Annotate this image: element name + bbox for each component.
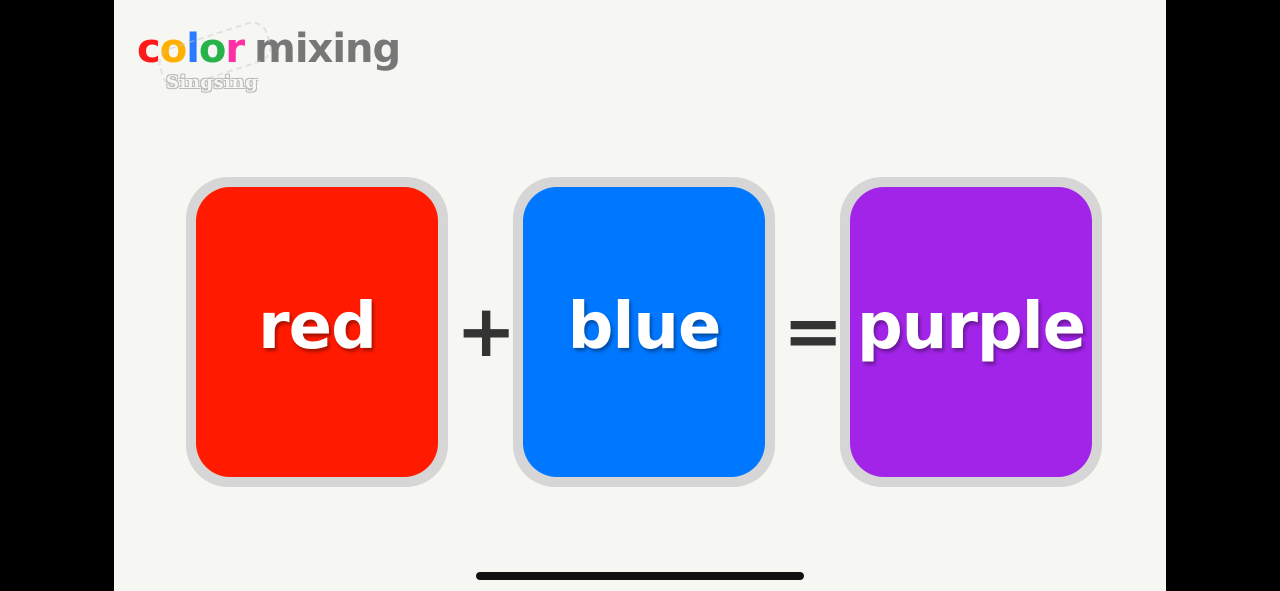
title-letter-l: l	[186, 26, 200, 72]
home-indicator[interactable]	[476, 572, 804, 580]
title-mixing: mixing	[254, 26, 401, 72]
card-fill: red	[196, 187, 438, 477]
watermark: Singsing	[166, 72, 259, 93]
plus-operator: +	[456, 289, 517, 373]
card-label: purple	[856, 290, 1086, 364]
title-letter-r: r	[225, 26, 245, 72]
color-card-red: red	[186, 177, 448, 487]
card-label: red	[258, 290, 377, 364]
page-title: color mixing	[137, 24, 401, 74]
card-fill: blue	[523, 187, 765, 477]
equals-operator: =	[783, 289, 844, 373]
color-card-purple: purple	[840, 177, 1102, 487]
video-frame: color mixing Singsing red + blue = purple	[114, 0, 1166, 591]
color-card-blue: blue	[513, 177, 775, 487]
title-letter-o2: o	[198, 26, 227, 72]
card-label: blue	[567, 290, 722, 364]
title-letter-c: c	[137, 26, 161, 72]
card-fill: purple	[850, 187, 1092, 477]
title-letter-o: o	[159, 26, 188, 72]
